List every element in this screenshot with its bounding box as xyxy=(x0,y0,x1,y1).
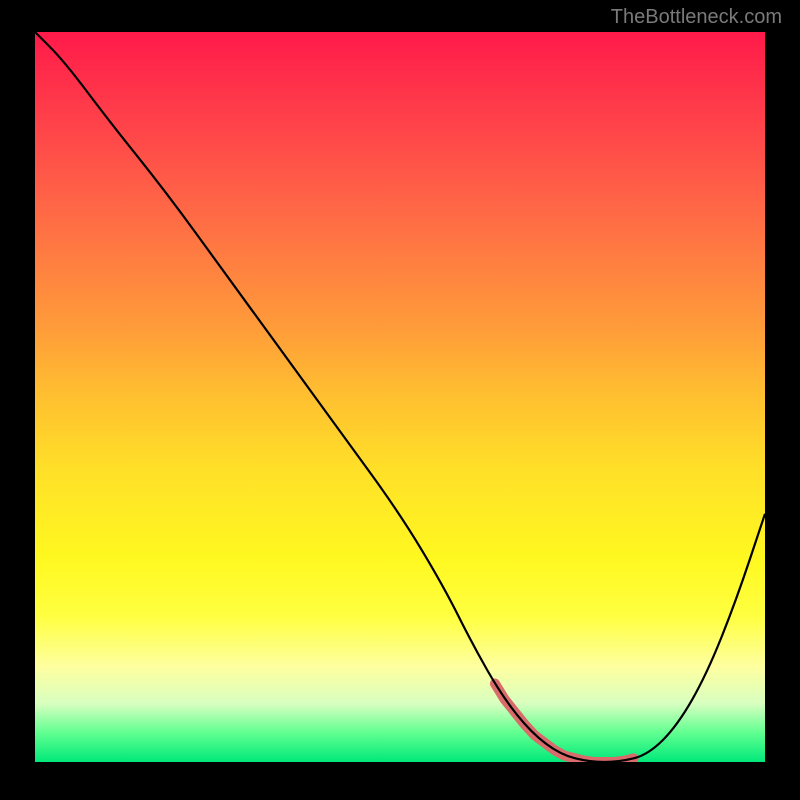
attribution-text: TheBottleneck.com xyxy=(611,6,782,29)
bottleneck-curve xyxy=(35,32,765,762)
chart-svg xyxy=(35,32,765,762)
plot-area xyxy=(35,32,765,762)
highlight-segment xyxy=(495,684,634,762)
